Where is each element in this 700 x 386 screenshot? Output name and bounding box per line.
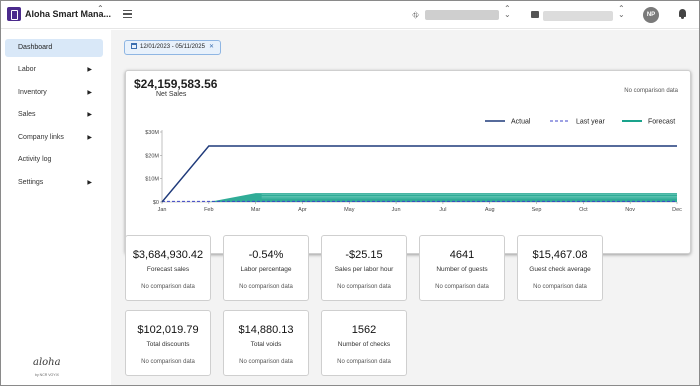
sidebar-item-label: Activity log xyxy=(18,156,52,163)
comparison-text: No comparison data xyxy=(239,284,293,290)
sidebar: Dashboard Labor ▶ Inventory ▶ Sales ▶ Co… xyxy=(1,30,111,385)
comparison-text: No comparison data xyxy=(533,284,587,290)
app-logo-icon xyxy=(7,7,21,21)
x-tick-label: Feb xyxy=(204,207,213,213)
sidebar-item-activity-log[interactable]: Activity log xyxy=(5,151,103,169)
sidebar-item-sales[interactable]: Sales ▶ xyxy=(5,106,103,124)
date-range-label: 12/01/2023 - 05/11/2025 xyxy=(140,44,205,50)
comparison-text: No comparison data xyxy=(239,359,293,365)
sidebar-item-label: Sales xyxy=(18,111,36,118)
brand-subtitle: by NCR VOYIX xyxy=(35,373,59,377)
sidebar-item-company-links[interactable]: Company links ▶ xyxy=(5,129,103,147)
caret-right-icon: ▶ xyxy=(87,135,92,141)
metric-value: -$25.15 xyxy=(345,249,383,261)
metric-label: Guest check average xyxy=(529,266,591,273)
net-sales-chart: $0 $10M $20M $30M Jan Feb Mar Apr May Jun Jul Aug Se… xyxy=(145,119,682,214)
metric-value: 1562 xyxy=(351,324,377,336)
x-tick-label: Dec xyxy=(672,207,682,213)
metric-label: Number of guests xyxy=(436,266,488,273)
net-sales-card: $24,159,583.56 Net Sales No comparison d… xyxy=(125,70,691,254)
metric-card-forecast-sales: $3,684,930.42 Forecast sales No comparis… xyxy=(125,235,211,301)
metric-value: -0.54% xyxy=(248,249,284,261)
sidebar-item-label: Inventory xyxy=(18,89,47,96)
sidebar-item-label: Labor xyxy=(18,66,36,73)
user-avatar[interactable]: NP xyxy=(643,7,659,23)
y-tick-label: $30M xyxy=(145,130,159,136)
org-hierarchy-icon: ⛗ xyxy=(412,10,420,20)
comparison-text: No comparison data xyxy=(141,359,195,365)
y-tick-label: $10M xyxy=(145,177,159,183)
top-bar: Aloha Smart Mana... ⌃ ⌄ ⛗ ⌃ ⌄ ⌃ ⌄ NP xyxy=(1,1,699,29)
metric-label: Total discounts xyxy=(146,341,190,348)
metric-value: $14,880.13 xyxy=(238,324,294,336)
x-tick-label: Jan xyxy=(158,207,167,213)
x-tick-label: Jun xyxy=(392,207,401,213)
caret-right-icon: ▶ xyxy=(87,180,92,186)
bell-icon[interactable] xyxy=(678,9,687,19)
legend-label: Last year xyxy=(576,119,605,126)
chevron-updown-icon[interactable]: ⌃ ⌄ xyxy=(97,5,104,19)
y-tick-label: $0 xyxy=(153,200,159,206)
metric-card-guest-check-average: $15,467.08 Guest check average No compar… xyxy=(517,235,603,301)
x-tick-label: Sep xyxy=(532,207,542,213)
metric-label: Number of checks xyxy=(337,341,391,348)
chevron-updown-icon[interactable]: ⌃ ⌄ xyxy=(504,5,511,19)
metric-label: Total voids xyxy=(250,341,282,348)
metric-value: $102,019.79 xyxy=(137,324,199,336)
x-tick-label: Oct xyxy=(579,207,588,213)
store-icon xyxy=(531,11,539,18)
metric-card-total-discounts: $102,019.79 Total discounts No compariso… xyxy=(125,310,211,376)
sidebar-item-settings[interactable]: Settings ▶ xyxy=(5,174,103,192)
comparison-text: No comparison data xyxy=(337,359,391,365)
x-tick-label: Mar xyxy=(251,207,261,213)
sidebar-item-label: Settings xyxy=(18,179,44,186)
sidebar-item-labor[interactable]: Labor ▶ xyxy=(5,61,103,79)
comparison-text: No comparison data xyxy=(141,284,195,290)
main-content: 12/01/2023 - 05/11/2025 ✕ $24,159,583.56 … xyxy=(111,30,699,385)
calendar-icon xyxy=(131,43,137,49)
metric-label: Forecast sales xyxy=(146,266,190,273)
legend-label: Actual xyxy=(511,119,531,126)
chevron-updown-icon[interactable]: ⌃ ⌄ xyxy=(618,5,625,19)
metric-value: $3,684,930.42 xyxy=(132,249,204,261)
store-select-redacted[interactable] xyxy=(543,11,613,21)
sidebar-item-inventory[interactable]: Inventory ▶ xyxy=(5,84,103,102)
comparison-text: No comparison data xyxy=(435,284,489,290)
metric-card-total-voids: $14,880.13 Total voids No comparison dat… xyxy=(223,310,309,376)
series-area-forecast xyxy=(162,193,677,202)
caret-right-icon: ▶ xyxy=(87,67,92,73)
metric-card-labor-percentage: -0.54% Labor percentage No comparison da… xyxy=(223,235,309,301)
x-tick-label: Aug xyxy=(485,207,495,213)
x-tick-label: Nov xyxy=(625,207,635,213)
close-icon[interactable]: ✕ xyxy=(209,44,214,50)
comparison-text: No comparison data xyxy=(337,284,391,290)
caret-right-icon: ▶ xyxy=(87,112,92,118)
metric-value: 4641 xyxy=(449,249,475,261)
metric-card-number-of-checks: 1562 Number of checks No comparison data xyxy=(321,310,407,376)
metric-value: $15,467.08 xyxy=(532,249,588,261)
sidebar-item-dashboard[interactable]: Dashboard xyxy=(5,39,103,57)
sidebar-item-label: Dashboard xyxy=(18,44,53,51)
legend-label: Forecast xyxy=(648,119,675,126)
caret-right-icon: ▶ xyxy=(87,90,92,96)
metric-label: Labor percentage xyxy=(240,266,292,273)
x-tick-label: Apr xyxy=(298,207,307,213)
metric-card-sales-per-labor-hour: -$25.15 Sales per labor hour No comparis… xyxy=(321,235,407,301)
metric-card-number-of-guests: 4641 Number of guests No comparison data xyxy=(419,235,505,301)
hamburger-menu-icon[interactable] xyxy=(123,10,132,18)
org-select-redacted[interactable] xyxy=(425,10,499,20)
x-tick-label: Jul xyxy=(439,207,446,213)
metric-label: Sales per labor hour xyxy=(334,266,394,273)
date-range-filter[interactable]: 12/01/2023 - 05/11/2025 ✕ xyxy=(124,40,221,55)
sidebar-item-label: Company links xyxy=(18,134,64,141)
y-tick-label: $20M xyxy=(145,153,159,159)
x-tick-label: May xyxy=(344,207,355,213)
brand-logo: aloha xyxy=(33,357,61,368)
